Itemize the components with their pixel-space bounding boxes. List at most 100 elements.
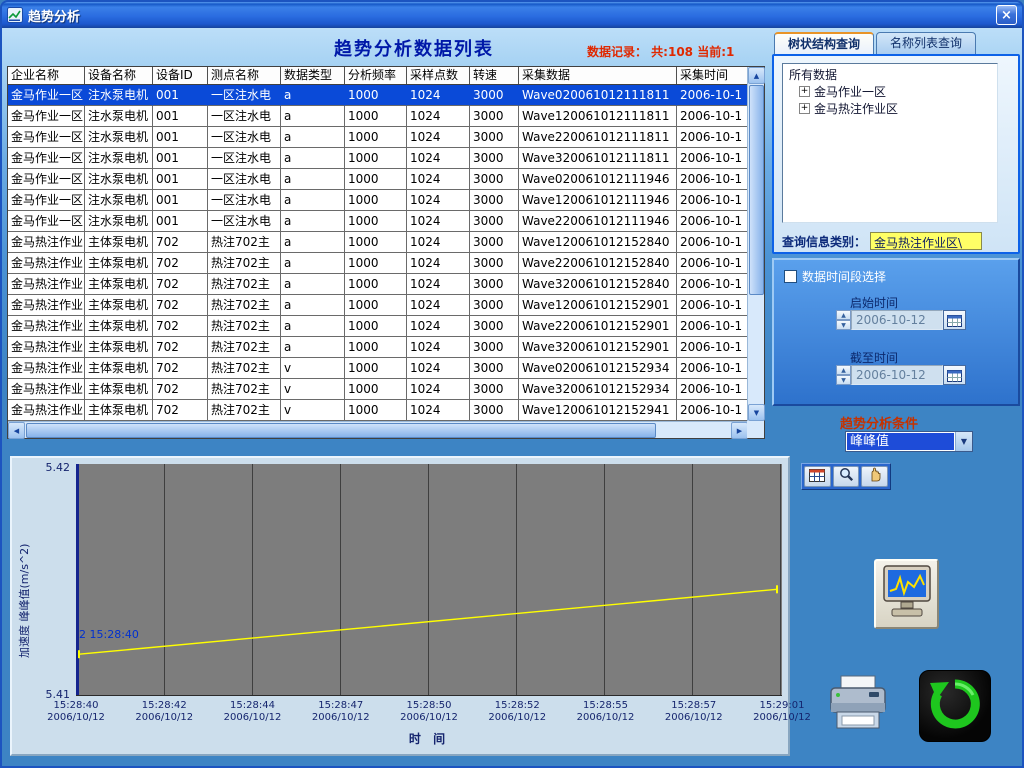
table-cell: 1024 [407, 379, 470, 400]
page-title: 趋势分析数据列表 [334, 35, 494, 61]
table-cell: Wave320061012152934 [519, 379, 677, 400]
condition-dropdown[interactable]: 峰峰值 ▼ [845, 431, 973, 452]
table-row[interactable]: 金马作业一区注水泵电机001一区注水电a100010243000Wave2200… [8, 127, 764, 148]
table-cell: 2006-10-1 [677, 316, 749, 337]
category-label: 查询信息类别： [782, 233, 866, 250]
horizontal-scrollbar[interactable]: ◀ ▶ [8, 421, 748, 438]
tree-expander-icon[interactable]: + [799, 103, 810, 114]
start-calendar-button[interactable] [943, 310, 966, 330]
end-calendar-button[interactable] [943, 365, 966, 385]
table-cell: 3000 [470, 211, 519, 232]
table-row[interactable]: 金马作业一区注水泵电机001一区注水电a100010243000Wave1200… [8, 190, 764, 211]
tab-name-query[interactable]: 名称列表查询 [876, 32, 976, 54]
horizontal-scrollbar-thumb[interactable] [26, 423, 656, 438]
table-cell: Wave020061012111946 [519, 169, 677, 190]
table-row[interactable]: 金马作业一区注水泵电机001一区注水电a100010243000Wave1200… [8, 106, 764, 127]
column-header[interactable]: 采样点数 [407, 67, 470, 84]
tree-expander-icon[interactable]: + [799, 86, 810, 97]
column-header[interactable]: 设备ID [153, 67, 208, 84]
tree-view[interactable]: 所有数据+金马作业一区+金马热注作业区 [782, 63, 998, 223]
table-cell: 3000 [470, 295, 519, 316]
chevron-down-icon[interactable]: ▼ [955, 432, 972, 451]
table-cell: a [281, 190, 345, 211]
table-cell: 702 [153, 253, 208, 274]
table-row[interactable]: 金马热注作业主体泵电机702热注702主v100010243000Wave320… [8, 379, 764, 400]
table-cell: 热注702主 [208, 274, 281, 295]
table-row[interactable]: 金马热注作业主体泵电机702热注702主a100010243000Wave120… [8, 295, 764, 316]
table-cell: Wave320061012152901 [519, 337, 677, 358]
scroll-down-icon[interactable]: ▼ [748, 404, 765, 421]
table-cell: 主体泵电机 [85, 295, 153, 316]
time-filter-panel: 数据时间段选择 启始时间 ▲ ▼ 2006-10-12 截至时间 ▲ ▼ 20 [772, 258, 1020, 406]
table-row[interactable]: 金马作业一区注水泵电机001一区注水电a100010243000Wave3200… [8, 148, 764, 169]
table-cell: 1000 [345, 295, 407, 316]
category-input[interactable]: 金马热注作业区\ [870, 232, 982, 250]
table-cell: 3000 [470, 169, 519, 190]
time-range-checkbox[interactable]: 数据时间段选择 [784, 268, 886, 285]
table-cell: 主体泵电机 [85, 274, 153, 295]
table-row[interactable]: 金马热注作业主体泵电机702热注702主v100010243000Wave120… [8, 400, 764, 421]
table-cell: Wave220061012111946 [519, 211, 677, 232]
table-row[interactable]: 金马热注作业主体泵电机702热注702主a100010243000Wave320… [8, 274, 764, 295]
end-time-label: 截至时间 [850, 349, 898, 366]
column-header[interactable]: 企业名称 [8, 67, 85, 84]
zoom-button[interactable] [833, 466, 860, 487]
table-cell: v [281, 379, 345, 400]
table-row[interactable]: 金马热注作业主体泵电机702热注702主a100010243000Wave120… [8, 232, 764, 253]
column-header[interactable]: 设备名称 [85, 67, 153, 84]
spin-up-icon[interactable]: ▲ [836, 310, 851, 320]
checkbox-icon[interactable] [784, 270, 797, 283]
table-cell: 2006-10-1 [677, 337, 749, 358]
table-row[interactable]: 金马作业一区注水泵电机001一区注水电a100010243000Wave0200… [8, 85, 764, 106]
table-row[interactable]: 金马作业一区注水泵电机001一区注水电a100010243000Wave2200… [8, 211, 764, 232]
pan-button[interactable] [861, 466, 888, 487]
refresh-button[interactable] [919, 670, 991, 742]
table-cell: 一区注水电 [208, 127, 281, 148]
calendar-icon [947, 369, 962, 382]
waveform-view-button[interactable] [874, 559, 939, 629]
table-cell: a [281, 148, 345, 169]
table-cell: 2006-10-1 [677, 379, 749, 400]
scroll-left-icon[interactable]: ◀ [8, 422, 25, 439]
table-cell: 金马作业一区 [8, 169, 85, 190]
scroll-up-icon[interactable]: ▲ [748, 67, 765, 84]
vertical-scrollbar-thumb[interactable] [749, 85, 764, 295]
end-date-spinner[interactable]: ▲ ▼ [836, 365, 851, 385]
waveform-monitor-icon [881, 564, 933, 624]
plot-area[interactable]: 2 15:28:40 [76, 464, 782, 696]
start-date-field[interactable]: 2006-10-12 [851, 310, 943, 330]
tree-item[interactable]: 所有数据 [785, 66, 995, 83]
table-row[interactable]: 金马热注作业主体泵电机702热注702主a100010243000Wave220… [8, 316, 764, 337]
table-cell: 一区注水电 [208, 148, 281, 169]
start-date-spinner[interactable]: ▲ ▼ [836, 310, 851, 330]
column-header[interactable]: 数据类型 [281, 67, 345, 84]
x-tick-label: 15:28:552006/10/12 [577, 700, 635, 724]
column-header[interactable]: 分析频率 [345, 67, 407, 84]
column-header[interactable]: 采集数据 [519, 67, 677, 84]
table-view-button[interactable] [804, 466, 831, 487]
spin-down-icon[interactable]: ▼ [836, 320, 851, 330]
column-header[interactable]: 转速 [470, 67, 519, 84]
main-content: 趋势分析数据列表 数据记录： 共:108 当前:1 企业名称设备名称设备ID测点… [2, 28, 1022, 766]
scroll-right-icon[interactable]: ▶ [731, 422, 748, 439]
table-row[interactable]: 金马热注作业主体泵电机702热注702主a100010243000Wave220… [8, 253, 764, 274]
table-row[interactable]: 金马热注作业主体泵电机702热注702主a100010243000Wave320… [8, 337, 764, 358]
x-tick-label: 15:28:522006/10/12 [488, 700, 546, 724]
print-button[interactable] [822, 672, 894, 740]
end-date-field[interactable]: 2006-10-12 [851, 365, 943, 385]
table-row[interactable]: 金马作业一区注水泵电机001一区注水电a100010243000Wave0200… [8, 169, 764, 190]
tree-item[interactable]: +金马作业一区 [785, 83, 995, 100]
tree-item[interactable]: +金马热注作业区 [785, 100, 995, 117]
table-row[interactable]: 金马热注作业主体泵电机702热注702主v100010243000Wave020… [8, 358, 764, 379]
column-header[interactable]: 测点名称 [208, 67, 281, 84]
table-cell: 702 [153, 358, 208, 379]
spin-up-icon[interactable]: ▲ [836, 365, 851, 375]
title-bar[interactable]: 趋势分析 × [2, 2, 1022, 28]
table-cell: 3000 [470, 337, 519, 358]
tab-tree-query[interactable]: 树状结构查询 [774, 32, 874, 54]
spin-down-icon[interactable]: ▼ [836, 375, 851, 385]
vertical-scrollbar[interactable]: ▲ ▼ [747, 67, 764, 421]
column-header[interactable]: 采集时间 [677, 67, 749, 84]
close-button[interactable]: × [996, 5, 1017, 25]
table-cell: 注水泵电机 [85, 211, 153, 232]
